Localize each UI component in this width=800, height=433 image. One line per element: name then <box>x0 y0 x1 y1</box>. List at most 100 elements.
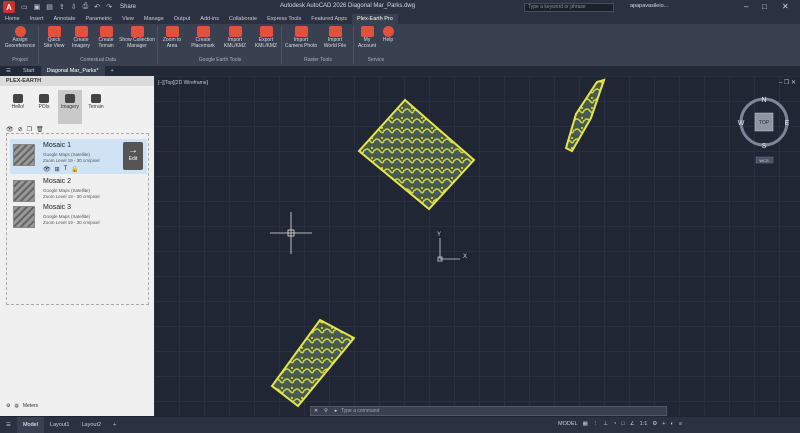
command-prompt-icon: ▸ <box>334 408 338 414</box>
share-button[interactable]: Share <box>120 4 136 10</box>
my-account-button[interactable]: My Account <box>356 26 378 49</box>
tab-featured-apps[interactable]: Featured Apps <box>306 14 352 24</box>
mosaic-thumbnail <box>13 180 35 202</box>
create-terrain-button[interactable]: Create Terrain <box>94 26 118 49</box>
save-as-icon[interactable]: ▤ <box>46 3 53 11</box>
units-label: Meters <box>22 403 39 409</box>
account-icon <box>360 26 374 37</box>
user-account[interactable]: apapavasileio... <box>630 3 668 9</box>
tab-home[interactable]: Home <box>0 14 25 24</box>
mosaic-item[interactable]: Mosaic 1 Google Maps (Satellite) Zoom Le… <box>10 139 147 174</box>
plus-icon[interactable]: + <box>662 421 665 427</box>
tab-parametric[interactable]: Parametric <box>80 14 117 24</box>
title-bar: A ▭ ▣ ▤ ⇪ ⇩ ⎙ ↶ ↷ Share Autodesk AutoCAD… <box>0 0 800 14</box>
quick-access-toolbar: ▭ ▣ ▤ ⇪ ⇩ ⎙ ↶ ↷ <box>21 3 112 11</box>
assign-georeference-button[interactable]: Assign Georeference <box>3 26 37 49</box>
palette-header: PLEX-EARTH <box>0 76 154 86</box>
help-button[interactable]: Help <box>380 26 396 44</box>
tab-insert[interactable]: Insert <box>25 14 49 24</box>
imagery-mosaic-3[interactable] <box>270 318 356 408</box>
tab-plex-earth-pro[interactable]: Plex-Earth Pro <box>352 14 398 24</box>
snap-toggle-icon[interactable]: ⋮ <box>593 421 599 427</box>
create-imagery-button[interactable]: Create Imagery <box>69 26 93 49</box>
new-tab-icon[interactable]: + <box>105 66 120 76</box>
annotation-scale[interactable]: 1:1 <box>640 421 648 427</box>
customize-status-icon[interactable]: ≡ <box>679 421 682 427</box>
mosaic-zoom: Zoom Level 19 - 30 cm/pixel <box>43 220 100 225</box>
viewcube-compass[interactable]: TOP N S E W WCS <box>738 97 790 164</box>
import-camera-photo-button[interactable]: Import Camera Photo <box>284 26 318 49</box>
import-world-file-button[interactable]: Import World File <box>320 26 350 49</box>
grid-icon[interactable]: ⊞ <box>55 166 60 173</box>
workspace-gear-icon[interactable]: ⚙ <box>652 421 657 427</box>
redo-icon[interactable]: ↷ <box>106 3 112 11</box>
poi-icon <box>39 94 49 103</box>
open-file-icon[interactable]: ▭ <box>21 3 28 11</box>
mosaic-thumbnail <box>13 206 35 228</box>
tab-view[interactable]: View <box>117 14 139 24</box>
ribbon-tabs: Home Insert Annotate Parametric View Man… <box>0 14 800 24</box>
doc-tab-drawing[interactable]: Diagonal Mar_Parks* <box>40 66 105 76</box>
tab-add-ins[interactable]: Add-ins <box>195 14 224 24</box>
upload-icon[interactable]: ⇪ <box>59 3 65 11</box>
undo-icon[interactable]: ↶ <box>94 3 100 11</box>
save-icon[interactable]: ▣ <box>34 3 41 11</box>
tab-manage[interactable]: Manage <box>139 14 169 24</box>
model-space-button[interactable]: MODEL <box>558 421 578 427</box>
palette-tabs: Hello! POIs Imagery Terrain <box>0 86 154 124</box>
menu-icon[interactable]: ☰ <box>0 66 17 76</box>
polar-toggle-icon[interactable]: ◔ <box>613 421 616 427</box>
window-title: Autodesk AutoCAD 2026 Diagonal Mar_Parks… <box>280 3 416 9</box>
tab-annotate[interactable]: Annotate <box>48 14 80 24</box>
layout-tab-layout1[interactable]: Layout1 <box>44 422 76 428</box>
show-collection-manager-button[interactable]: Show Collection Manager <box>118 26 156 49</box>
imagery-mosaic-1[interactable] <box>357 98 476 211</box>
imagery-icon <box>74 26 88 37</box>
create-placemark-button[interactable]: Create Placemark <box>188 26 218 49</box>
print-icon[interactable]: ⎙ <box>83 3 89 11</box>
tab-express-tools[interactable]: Express Tools <box>262 14 306 24</box>
close-icon[interactable]: ✕ <box>782 2 789 11</box>
globe-icon: ◍ <box>14 403 19 409</box>
ortho-toggle-icon[interactable]: ⊥ <box>603 421 608 427</box>
menu-icon[interactable]: ☰ <box>0 422 17 428</box>
command-input[interactable]: Type a command <box>341 408 379 414</box>
download-icon[interactable]: ⇩ <box>71 3 77 11</box>
lock-icon[interactable]: 🔒 <box>71 166 78 173</box>
layout-tab-model[interactable]: Model <box>16 417 44 433</box>
palette-tab-pois[interactable]: POIs <box>32 90 56 124</box>
settings-icon[interactable]: ⚙ <box>6 403 10 409</box>
edit-button[interactable]: → Edit <box>123 142 143 170</box>
zoom-icon <box>165 26 179 37</box>
svg-text:WCS: WCS <box>759 158 769 163</box>
palette-tab-terrain[interactable]: Terrain <box>84 90 108 124</box>
quick-site-view-button[interactable]: Quick Site View <box>40 26 68 49</box>
palette-tab-imagery[interactable]: Imagery <box>58 90 82 124</box>
customize-icon[interactable]: ⚲ <box>321 408 331 414</box>
layout-tab-layout2[interactable]: Layout2 <box>76 422 108 428</box>
mosaic-item[interactable]: Mosaic 3 Google Maps (Satellite) Zoom Le… <box>10 201 147 236</box>
import-kml-button[interactable]: Import KML/KMZ <box>222 26 248 49</box>
autocad-logo-icon[interactable]: A <box>3 1 15 13</box>
grid-toggle-icon[interactable]: ▦ <box>583 421 588 427</box>
tab-collaborate[interactable]: Collaborate <box>224 14 262 24</box>
doc-tab-start[interactable]: Start <box>17 66 41 76</box>
tab-output[interactable]: Output <box>169 14 196 24</box>
imagery-mosaic-2[interactable] <box>564 78 606 153</box>
mosaic-list: Mosaic 1 Google Maps (Satellite) Zoom Le… <box>6 133 149 305</box>
view-icon[interactable]: 👁 <box>43 166 51 173</box>
drawing-viewport[interactable]: [–][Top][2D Wireframe] – ❐ ✕ Y X TOP N S… <box>154 76 800 416</box>
minimize-icon[interactable]: – <box>744 2 748 11</box>
zoom-to-area-button[interactable]: Zoom to Area <box>160 26 184 49</box>
close-command-icon[interactable]: ✕ <box>311 408 321 414</box>
palette-footer: ⚙ ◍ Meters <box>6 403 38 409</box>
isolate-icon[interactable]: ◐ <box>670 421 673 427</box>
search-input[interactable]: Type a keyword or phrase <box>524 3 614 12</box>
export-kml-button[interactable]: Export KML/KMZ <box>253 26 279 49</box>
otrack-toggle-icon[interactable]: ∠ <box>630 421 635 427</box>
maximize-icon[interactable]: □ <box>762 2 767 11</box>
osnap-toggle-icon[interactable]: □ <box>621 421 624 427</box>
tag-icon[interactable]: T <box>64 166 68 173</box>
palette-tab-hello[interactable]: Hello! <box>6 90 30 124</box>
add-layout-icon[interactable]: + <box>107 422 122 428</box>
